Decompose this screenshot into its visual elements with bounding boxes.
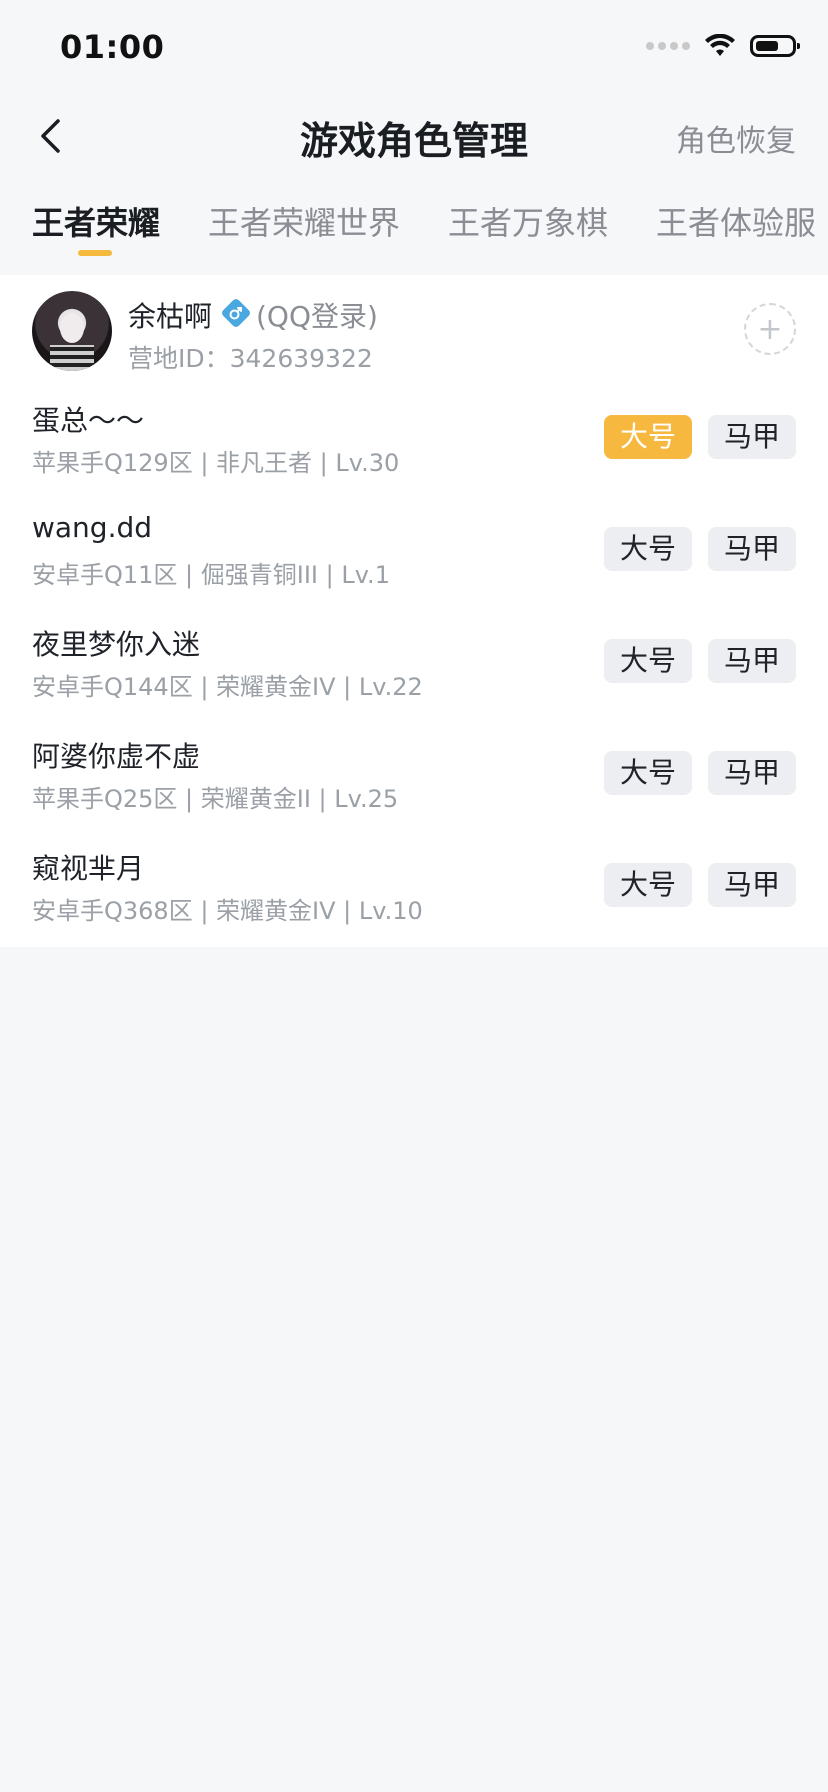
role-row: wang.dd 安卓手Q11区 | 倔强青铜III | Lv.1 大号 马甲 xyxy=(0,499,828,611)
role-name: 窥视芈月 xyxy=(32,852,145,885)
status-icons xyxy=(646,34,800,58)
main-account-button[interactable]: 大号 xyxy=(604,527,692,571)
role-info: 苹果手Q25区 | 荣耀黄金II | Lv.25 xyxy=(32,785,399,813)
plus-icon: + xyxy=(757,311,783,347)
role-name: 夜里梦你入迷 xyxy=(32,628,201,661)
role-info: 安卓手Q11区 | 倔强青铜III | Lv.1 xyxy=(32,561,390,589)
role-list-card: 余枯啊 (QQ登录) 营地ID：342639322 + 蛋总～～ 苹果手Q129… xyxy=(0,275,828,947)
tab-wangzhe-wanxiangqi[interactable]: 王者万象棋 xyxy=(448,198,608,244)
alt-account-button[interactable]: 马甲 xyxy=(708,639,796,683)
main-account-button[interactable]: 大号 xyxy=(604,415,692,459)
role-row: 蛋总～～ 苹果手Q129区 | 非凡王者 | Lv.30 大号 马甲 xyxy=(0,387,828,499)
role-info: 苹果手Q129区 | 非凡王者 | Lv.30 xyxy=(32,449,400,477)
role-info: 安卓手Q368区 | 荣耀黄金IV | Lv.10 xyxy=(32,897,423,925)
status-time: 01:00 xyxy=(60,28,165,66)
role-name: wang.dd xyxy=(32,511,153,544)
status-bar: 01:00 xyxy=(0,0,828,96)
cellular-signal-icon xyxy=(646,42,690,50)
nav-bar: 游戏角色管理 角色恢复 xyxy=(0,96,828,176)
camp-id: 营地ID：342639322 xyxy=(128,344,373,373)
role-row: 阿婆你虚不虚 苹果手Q25区 | 荣耀黄金II | Lv.25 大号 马甲 xyxy=(0,723,828,835)
main-account-button[interactable]: 大号 xyxy=(604,639,692,683)
tab-wangzhe-rongyao-shijie[interactable]: 王者荣耀世界 xyxy=(208,198,400,244)
role-row: 夜里梦你入迷 安卓手Q144区 | 荣耀黄金IV | Lv.22 大号 马甲 xyxy=(0,611,828,723)
wifi-icon xyxy=(705,34,735,56)
add-role-button[interactable]: + xyxy=(744,303,796,355)
alt-account-button[interactable]: 马甲 xyxy=(708,415,796,459)
login-type-label: (QQ登录) xyxy=(256,300,378,333)
alt-account-button[interactable]: 马甲 xyxy=(708,863,796,907)
role-info: 安卓手Q144区 | 荣耀黄金IV | Lv.22 xyxy=(32,673,423,701)
male-icon xyxy=(222,299,250,327)
active-tab-indicator xyxy=(78,250,112,256)
role-name: 蛋总～～ xyxy=(32,404,145,437)
role-name: 阿婆你虚不虚 xyxy=(32,740,201,773)
main-account-button[interactable]: 大号 xyxy=(604,863,692,907)
main-account-button[interactable]: 大号 xyxy=(604,751,692,795)
game-tabs: 王者荣耀 王者荣耀世界 王者万象棋 王者体验服 xyxy=(0,190,828,264)
avatar xyxy=(32,291,112,371)
tab-wangzhe-tiyanfu[interactable]: 王者体验服 xyxy=(656,198,816,244)
role-row: 窥视芈月 安卓手Q368区 | 荣耀黄金IV | Lv.10 大号 马甲 xyxy=(0,835,828,947)
alt-account-button[interactable]: 马甲 xyxy=(708,751,796,795)
alt-account-button[interactable]: 马甲 xyxy=(708,527,796,571)
account-header: 余枯啊 (QQ登录) 营地ID：342639322 + xyxy=(0,275,828,387)
battery-icon xyxy=(750,35,800,57)
role-restore-button[interactable]: 角色恢复 xyxy=(676,116,796,160)
account-name: 余枯啊 xyxy=(128,300,213,333)
tab-wangzhe-rongyao[interactable]: 王者荣耀 xyxy=(32,198,160,244)
